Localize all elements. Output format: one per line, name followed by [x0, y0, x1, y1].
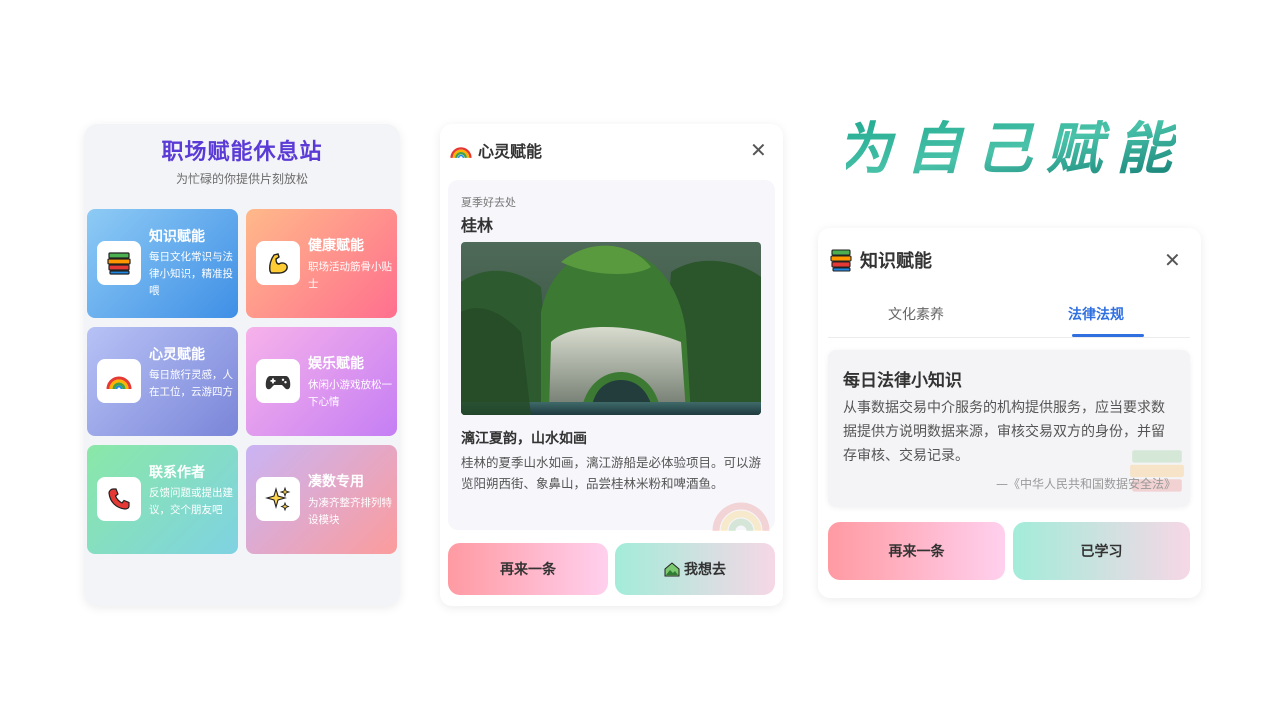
close-button[interactable]: ✕ — [750, 140, 767, 160]
banner-art: 为自己赋能 为自己赋能 — [836, 110, 1176, 260]
law-card: 每日法律小知识 从事数据交易中介服务的机构提供服务，应当要求数据提供方说明数据来… — [828, 350, 1190, 507]
learned-button-label: 已学习 — [1080, 544, 1123, 560]
tile-filler-name: 凑数专用 — [308, 474, 364, 490]
banner-text: 为自己赋能 — [846, 116, 1176, 182]
tile-soul-name: 心灵赋能 — [149, 347, 205, 363]
tile-filler[interactable]: 凑数专用 为凑齐整齐排列特设模块 — [246, 445, 397, 554]
sparkles-icon — [256, 477, 300, 521]
soul-title: 心灵赋能 — [478, 142, 543, 161]
books-icon — [830, 249, 852, 272]
tile-entertainment-name: 娱乐赋能 — [308, 356, 364, 372]
game-controller-icon — [256, 359, 300, 403]
knowledge-panel: 知识赋能 ✕ 文化素养 法律法规 每日法律小知识 从事数据交易中介服务的机构提供… — [818, 228, 1201, 598]
travel-heading: 漓江夏韵，山水如画 — [461, 431, 587, 447]
law-card-source: —《中华人民共和国数据安全法》 — [995, 477, 1176, 491]
learned-button[interactable]: 已学习 — [1013, 522, 1190, 580]
law-card-title: 每日法律小知识 — [843, 371, 962, 391]
tile-entertainment[interactable]: 娱乐赋能 休闲小游戏放松一下心情 — [246, 327, 397, 436]
tile-health-desc: 职场活动筋骨小贴士 — [308, 261, 392, 290]
house-icon — [664, 562, 680, 577]
want-to-go-button[interactable]: 我想去 — [615, 543, 775, 595]
books-icon — [97, 241, 141, 285]
telephone-icon — [97, 477, 141, 521]
tile-soul[interactable]: 心灵赋能 每日旅行灵感，人在工位，云游四方 — [87, 327, 238, 436]
rainbow-icon — [450, 147, 472, 159]
rainbow-watermark-icon — [712, 502, 770, 532]
tab-bar: 文化素养 法律法规 — [828, 294, 1190, 338]
tile-health-name: 健康赋能 — [308, 238, 364, 254]
home-subtitle: 为忙碌的你提供片刻放松 — [175, 172, 308, 186]
tile-knowledge-desc: 每日文化常识与法律小知识，精准投喂 — [149, 251, 233, 297]
tile-knowledge-name: 知识赋能 — [149, 229, 205, 245]
tile-filler-desc: 为凑齐整齐排列特设模块 — [308, 497, 392, 526]
home-title: 职场赋能休息站 — [161, 140, 323, 165]
tile-contact-desc: 反馈问题或提出建议，交个朋友吧 — [149, 487, 233, 516]
tile-contact[interactable]: 联系作者 反馈问题或提出建议，交个朋友吧 — [87, 445, 238, 554]
soul-panel: 心灵赋能 ✕ 夏季好去处 桂林 漓江夏韵，山水如画 桂林的夏季山水如画，漓江游船… — [440, 124, 783, 606]
travel-place: 桂林 — [461, 216, 494, 235]
tile-contact-name: 联系作者 — [149, 465, 205, 481]
next-button[interactable]: 再来一条 — [828, 522, 1005, 580]
tile-soul-desc: 每日旅行灵感，人在工位，云游四方 — [149, 369, 233, 398]
law-card-body: 从事数据交易中介服务的机构提供服务，应当要求数据提供方说明数据来源，审核交易双方… — [843, 400, 1165, 464]
active-tab-indicator — [1072, 334, 1144, 337]
rainbow-icon — [97, 359, 141, 403]
tab-law[interactable]: 法律法规 — [1068, 304, 1124, 324]
travel-card: 夏季好去处 桂林 漓江夏韵，山水如画 桂林的夏季山水如画，漓江游船是必体验项目。… — [448, 180, 775, 532]
books-watermark-icon — [1130, 450, 1184, 492]
tab-culture[interactable]: 文化素养 — [888, 304, 944, 324]
knowledge-title: 知识赋能 — [860, 251, 932, 272]
close-button[interactable]: ✕ — [1164, 250, 1181, 270]
next-button-label: 再来一条 — [500, 562, 556, 578]
want-to-go-label: 我想去 — [684, 562, 726, 578]
home-panel: 职场赋能休息站 为忙碌的你提供片刻放松 知识赋能 每日文化常识与法律小知识，精准… — [84, 124, 400, 606]
tile-knowledge[interactable]: 知识赋能 每日文化常识与法律小知识，精准投喂 — [87, 209, 238, 318]
tile-entertainment-desc: 休闲小游戏放松一下心情 — [308, 379, 392, 408]
next-button-label: 再来一条 — [888, 544, 945, 560]
travel-eyebrow: 夏季好去处 — [461, 196, 516, 209]
travel-photo — [461, 242, 761, 415]
tile-health[interactable]: 健康赋能 职场活动筋骨小贴士 — [246, 209, 397, 318]
flexed-biceps-icon — [256, 241, 300, 285]
next-button[interactable]: 再来一条 — [448, 543, 608, 595]
